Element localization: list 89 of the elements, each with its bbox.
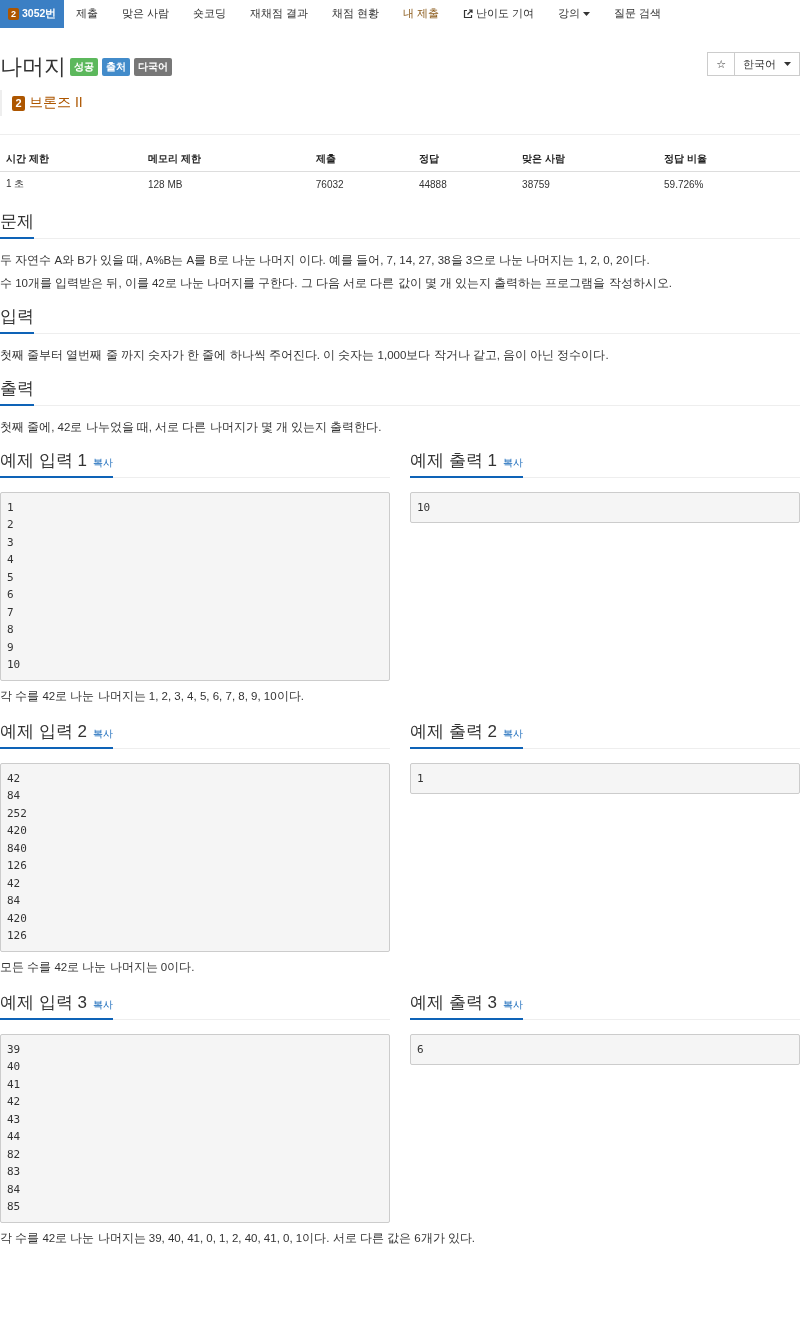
table-cell: 38759: [516, 171, 659, 196]
section-heading: 예제 출력 1 복사: [410, 448, 523, 478]
nav-link[interactable]: 난이도 기여: [451, 0, 546, 28]
code-line: 3: [7, 534, 15, 551]
table-cell: 44888: [412, 171, 517, 196]
code-line: 39: [7, 1041, 22, 1058]
code-line: 42: [7, 875, 22, 892]
favorite-button[interactable]: ☆: [707, 52, 735, 76]
tier-badge-icon: 2: [12, 95, 25, 111]
nav-link[interactable]: 맞은 사람: [110, 0, 182, 28]
nav-link[interactable]: 질문 검색: [601, 0, 673, 28]
code-line: 84: [7, 788, 22, 805]
copy-link[interactable]: 복사: [502, 726, 523, 741]
column-header: 정답: [412, 147, 517, 172]
code-line: 42: [7, 770, 22, 787]
status-label: 성공: [70, 58, 98, 76]
nav-dropdown[interactable]: 강의: [545, 0, 602, 28]
example-note: 모든 수를 42로 나눈 나머지는 0이다.: [0, 959, 196, 975]
section-heading: 예제 입력 1 복사: [0, 448, 113, 478]
table-cell: 59.726%: [658, 171, 800, 196]
code-line: 8: [7, 622, 15, 639]
code-line: 840: [7, 840, 28, 857]
section-heading: 출력: [0, 376, 34, 406]
nav-link[interactable]: 제출: [64, 0, 111, 28]
code-line: 5: [7, 569, 15, 586]
problem-title: 나머지: [0, 53, 66, 80]
code-line: 6: [7, 587, 15, 604]
section-heading: 예제 출력 3 복사: [410, 990, 523, 1020]
nav-link[interactable]: 숏코딩: [181, 0, 239, 28]
copy-link[interactable]: 복사: [92, 455, 113, 470]
column-header: 제출: [309, 147, 413, 172]
nav-link[interactable]: 채점 현황: [320, 0, 392, 28]
code-line: 420: [7, 910, 28, 927]
external-link-icon: [463, 9, 474, 19]
section-heading: 예제 입력 2 복사: [0, 719, 113, 749]
code-line: 42: [7, 1094, 22, 1111]
section-heading: 입력: [0, 304, 34, 334]
column-header: 시간 제한: [0, 147, 142, 172]
code-line: 84: [7, 893, 22, 910]
tier-name: 브론즈 II: [29, 94, 83, 112]
caret-icon: [784, 62, 791, 66]
table-cell: 76032: [309, 171, 413, 196]
code-line: 1: [7, 499, 15, 516]
code-line: 84: [7, 1181, 22, 1198]
table-cell: 128 MB: [141, 171, 310, 196]
code-line: 1: [417, 770, 425, 787]
example-note: 각 수를 42로 나눈 나머지는 39, 40, 41, 0, 1, 2, 40, 41, 0, 1이다. 서로 다른 값은 6개가 있다.: [0, 1230, 476, 1246]
code-line: 10: [417, 499, 432, 516]
code-line: 2: [7, 517, 15, 534]
paragraph: 첫째 줄부터 열번째 줄 까지 숫자가 한 줄에 하나씩 주어진다. 이 숫자는 1,000보다 작거나 같고, 음이 아닌 정수이다.: [0, 347, 610, 363]
tier-badge-icon: 2: [8, 8, 19, 20]
copy-link[interactable]: 복사: [502, 455, 523, 470]
status-label: 다국어: [134, 58, 172, 76]
copy-link[interactable]: 복사: [502, 997, 523, 1012]
column-header: 정답 비율: [658, 147, 800, 172]
code-line: 9: [7, 639, 15, 656]
problem-tab[interactable]: 2 3052번: [0, 0, 65, 28]
code-line: 252: [7, 805, 28, 822]
table-cell: 1 초: [0, 171, 142, 196]
column-header: 맞은 사람: [516, 147, 659, 172]
code-line: 43: [7, 1111, 22, 1128]
paragraph: 수 10개를 입력받은 뒤, 이를 42로 나눈 나머지를 구한다. 그 다음 서로 다른 값이 몇 개 있는지 출력하는 프로그램을 작성하시오.: [0, 275, 673, 291]
code-line: 85: [7, 1199, 22, 1216]
code-line: 4: [7, 552, 15, 569]
column-header: 메모리 제한: [141, 147, 310, 172]
status-label: 출처: [102, 58, 130, 76]
paragraph: 첫째 줄에, 42로 나누었을 때, 서로 다른 나머지가 몇 개 있는지 출력한다.: [0, 419, 383, 435]
code-line: 41: [7, 1076, 22, 1093]
section-heading: 문제: [0, 210, 34, 239]
code-line: 10: [7, 657, 22, 674]
example-note: 각 수를 42로 나눈 나머지는 1, 2, 3, 4, 5, 6, 7, 8, 9, 10이다.: [0, 688, 305, 704]
code-line: 6: [417, 1041, 425, 1058]
caret-icon: [582, 12, 590, 16]
code-line: 420: [7, 823, 28, 840]
copy-link[interactable]: 복사: [92, 997, 113, 1012]
language-dropdown[interactable]: 한국어: [735, 52, 800, 76]
section-heading: 예제 입력 3 복사: [0, 990, 113, 1020]
code-line: 82: [7, 1146, 22, 1163]
code-line: 83: [7, 1164, 22, 1181]
code-line: 40: [7, 1059, 22, 1076]
copy-link[interactable]: 복사: [92, 726, 113, 741]
code-line: 7: [7, 604, 15, 621]
code-line: 126: [7, 858, 28, 875]
paragraph: 두 자연수 A와 B가 있을 때, A%B는 A를 B로 나눈 나머지 이다. 예를 들어, 7, 14, 27, 38을 3으로 나눈 나머지는 1, 2, 0, 2이다.: [0, 253, 651, 268]
section-heading: 예제 출력 2 복사: [410, 719, 523, 749]
code-line: 126: [7, 928, 28, 945]
nav-link[interactable]: 내 제출: [391, 0, 452, 28]
nav-link[interactable]: 재채점 결과: [238, 0, 321, 28]
code-line: 44: [7, 1129, 22, 1146]
